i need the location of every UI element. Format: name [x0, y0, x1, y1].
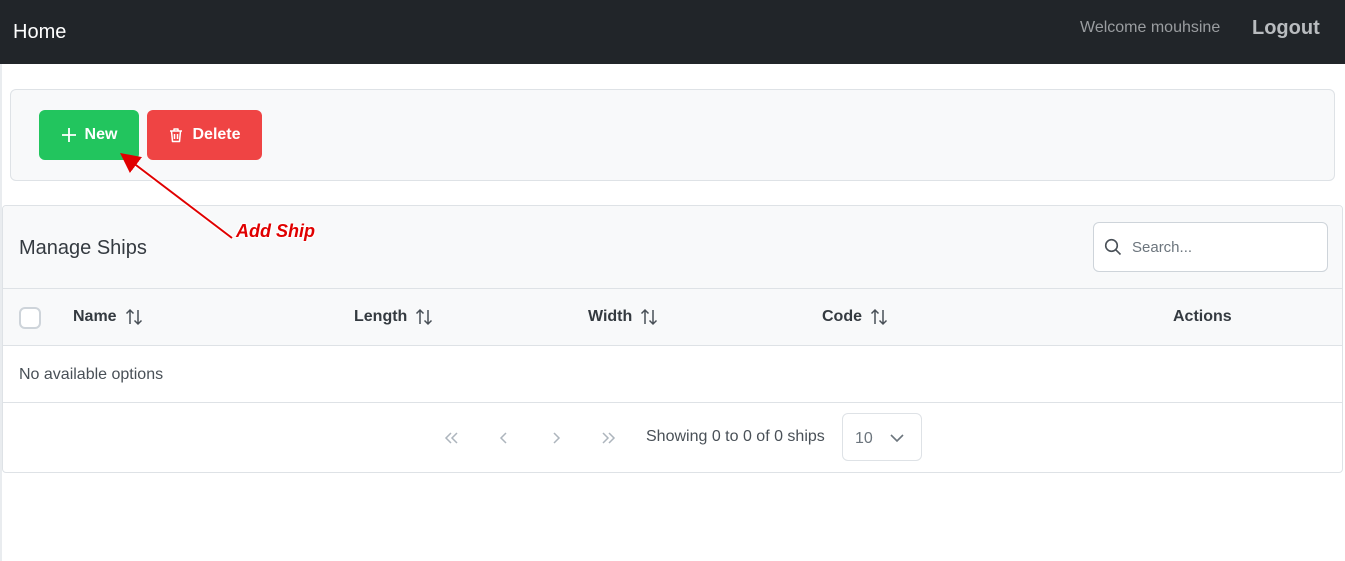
- sort-icon: [641, 308, 658, 326]
- search-input[interactable]: [1132, 233, 1317, 261]
- logout-link[interactable]: Logout: [1252, 17, 1320, 40]
- column-header-code[interactable]: Code: [822, 308, 888, 326]
- rows-per-page-dropdown[interactable]: 10: [842, 413, 922, 461]
- sort-icon: [125, 308, 142, 326]
- home-link[interactable]: Home: [13, 21, 66, 44]
- search-icon: [1104, 238, 1122, 256]
- column-header-name[interactable]: Name: [73, 308, 143, 326]
- sort-icon: [416, 308, 433, 326]
- column-header-actions: Actions: [1173, 308, 1232, 325]
- search-box[interactable]: [1093, 222, 1328, 272]
- next-page-icon[interactable]: [545, 427, 567, 449]
- column-label: Name: [73, 308, 117, 325]
- last-page-icon[interactable]: [597, 427, 619, 449]
- column-label: Code: [822, 308, 862, 325]
- empty-message: No available options: [19, 366, 164, 383]
- column-header-width[interactable]: Width: [588, 308, 658, 326]
- top-navbar: Home Welcome mouhsine Logout: [0, 0, 1345, 64]
- select-all-checkbox[interactable]: [19, 307, 41, 329]
- annotation-arrow: [120, 152, 234, 240]
- page-report: Showing 0 to 0 of 0 ships: [646, 428, 825, 445]
- welcome-text: Welcome mouhsine: [1080, 19, 1221, 36]
- first-page-icon[interactable]: [441, 427, 463, 449]
- column-label: Length: [354, 308, 408, 325]
- column-header-length[interactable]: Length: [354, 308, 433, 326]
- empty-message-row: No available options: [3, 346, 1342, 403]
- plus-icon: [61, 128, 76, 142]
- paginator: Showing 0 to 0 of 0 ships 10: [3, 403, 1342, 472]
- chevron-down-icon: [890, 434, 904, 443]
- annotation-label: Add Ship: [236, 221, 315, 241]
- rows-per-page-value: 10: [855, 430, 873, 447]
- sort-icon: [870, 308, 888, 326]
- column-header-row: Name Length Width Code Actions: [3, 289, 1342, 346]
- previous-page-icon[interactable]: [493, 427, 515, 449]
- column-label: Width: [588, 308, 633, 325]
